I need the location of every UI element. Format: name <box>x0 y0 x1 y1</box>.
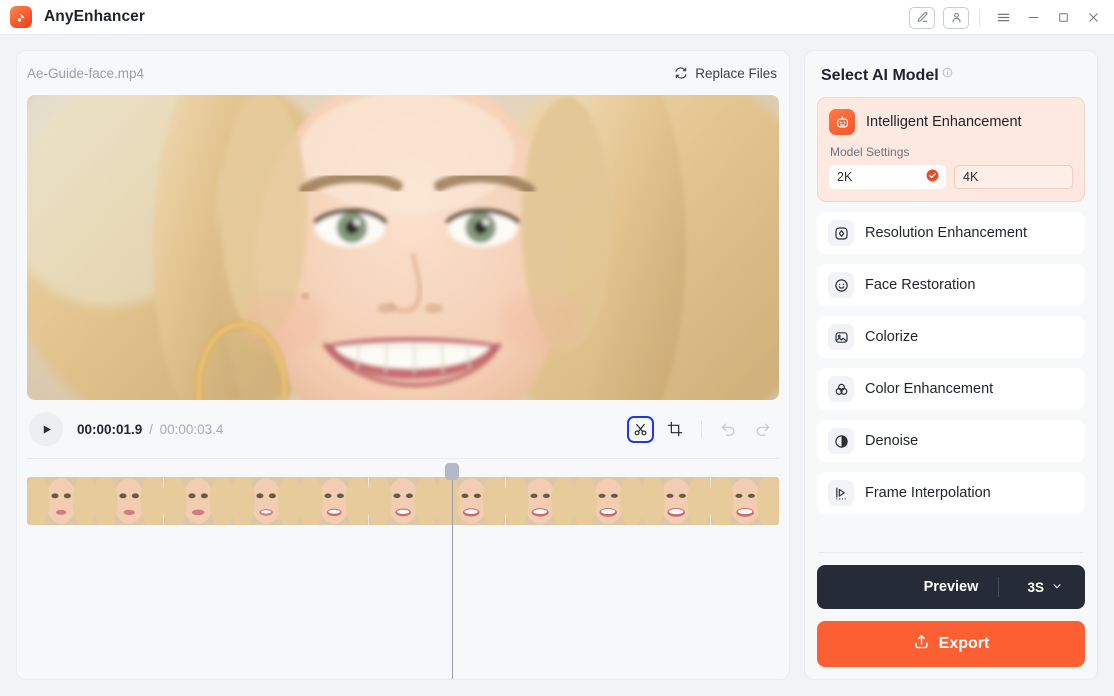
hamburger-menu-icon[interactable] <box>988 3 1018 33</box>
sidebar-item-frame-interpolation[interactable]: Frame Interpolation <box>817 472 1085 514</box>
file-name: Ae-Guide-face.mp4 <box>27 65 145 81</box>
redo-icon[interactable] <box>749 416 775 442</box>
export-label: Export <box>938 635 990 652</box>
total-time: 00:00:03.4 <box>159 421 224 437</box>
close-icon[interactable] <box>1078 3 1108 33</box>
playhead-handle[interactable] <box>445 463 460 480</box>
sidebar-item-intelligent-enhancement[interactable]: Intelligent Enhancement Model Settings 2… <box>817 97 1085 202</box>
list-item[interactable] <box>368 477 438 525</box>
resolution-option-2k-label: 2K <box>837 170 853 184</box>
preview-duration-label: 3S <box>1027 579 1044 595</box>
preview-duration-dropdown[interactable]: 3S <box>1027 580 1063 595</box>
active-model-header: Intelligent Enhancement <box>829 109 1073 135</box>
video-preview[interactable] <box>27 95 779 400</box>
info-circle-icon[interactable] <box>942 65 953 83</box>
current-time: 00:00:01.9 <box>77 421 143 437</box>
preview-label: Preview <box>923 579 979 595</box>
resolution-option-4k-label: 4K <box>963 170 979 184</box>
list-item[interactable] <box>437 477 506 525</box>
replace-files-label: Replace Files <box>695 65 777 81</box>
sidebar-item-colorize[interactable]: Colorize <box>817 316 1085 358</box>
robot-icon <box>829 109 855 135</box>
export-button[interactable]: Export <box>817 621 1085 667</box>
undo-icon[interactable] <box>715 416 741 442</box>
sidebar-item-denoise[interactable]: Denoise <box>817 420 1085 462</box>
sidebar-item-label: Frame Interpolation <box>865 485 991 501</box>
crop-icon[interactable] <box>662 416 688 442</box>
anyenhancer-logo-icon <box>10 6 32 28</box>
editor-panel: Ae-Guide-face.mp4 Replace Files 00:00:01… <box>16 50 790 680</box>
timeline[interactable] <box>27 458 779 679</box>
sidebar-divider <box>819 552 1083 553</box>
list-item[interactable] <box>642 477 711 525</box>
list-item[interactable] <box>163 477 233 525</box>
sidebar-item-label: Color Enhancement <box>865 381 994 397</box>
file-header: Ae-Guide-face.mp4 Replace Files <box>17 51 789 95</box>
frame-play-icon <box>828 480 854 506</box>
replace-files-button[interactable]: Replace Files <box>674 66 777 81</box>
tools-divider <box>701 420 702 438</box>
sidebar-item-label: Resolution Enhancement <box>865 225 1028 241</box>
title-bar: AnyEnhancer <box>0 0 1114 35</box>
resolution-option-4k[interactable]: 4K <box>954 165 1073 189</box>
sidebar-item-resolution-enhancement[interactable]: Resolution Enhancement <box>817 212 1085 254</box>
minimize-icon[interactable] <box>1018 3 1048 33</box>
maximize-icon[interactable] <box>1048 3 1078 33</box>
resolution-option-2k[interactable]: 2K <box>829 165 946 189</box>
active-model-label: Intelligent Enhancement <box>866 114 1022 130</box>
smiley-face-icon <box>828 272 854 298</box>
window-controls <box>909 0 1108 35</box>
resolution-icon <box>828 220 854 246</box>
workspace: Ae-Guide-face.mp4 Replace Files 00:00:01… <box>0 36 1114 696</box>
denoise-contrast-icon <box>828 428 854 454</box>
sidebar-item-label: Denoise <box>865 433 919 449</box>
model-settings-label: Model Settings <box>830 145 910 159</box>
app-title: AnyEnhancer <box>44 8 146 25</box>
video-frame <box>27 95 779 400</box>
list-item[interactable] <box>505 477 574 525</box>
list-item[interactable] <box>95 477 164 525</box>
preview-button[interactable]: Preview 3S <box>817 565 1085 609</box>
list-item[interactable] <box>573 477 643 525</box>
play-icon[interactable] <box>29 412 63 446</box>
resolution-options: 2K 4K <box>829 165 1073 189</box>
scissors-icon[interactable] <box>627 415 654 443</box>
sidebar-item-face-restoration[interactable]: Face Restoration <box>817 264 1085 306</box>
user-account-icon[interactable] <box>943 6 969 29</box>
upload-export-icon <box>913 633 930 655</box>
color-circles-icon <box>828 376 854 402</box>
sidebar-header: Select AI Model <box>817 65 1085 97</box>
time-separator: / <box>149 421 153 437</box>
filmstrip[interactable] <box>27 477 779 525</box>
refresh-sync-icon <box>674 66 688 80</box>
list-item[interactable] <box>300 477 369 525</box>
check-circle-icon <box>926 169 939 185</box>
list-item[interactable] <box>710 477 779 525</box>
sidebar-item-label: Colorize <box>865 329 919 345</box>
window-controls-divider <box>979 8 980 27</box>
pen-edit-icon[interactable] <box>909 6 935 29</box>
list-item[interactable] <box>27 477 96 525</box>
page-title: Select AI Model <box>821 67 939 84</box>
time-readout: 00:00:01.9 / 00:00:03.4 <box>77 422 223 437</box>
ai-model-sidebar: Select AI Model Intelligent Enhancement <box>804 50 1098 680</box>
sidebar-item-label: Face Restoration <box>865 277 976 293</box>
preview-divider <box>998 577 999 597</box>
player-tools <box>627 415 775 443</box>
player-controls: 00:00:01.9 / 00:00:03.4 <box>17 400 789 458</box>
colorize-picture-icon <box>828 324 854 350</box>
sidebar-item-color-enhancement[interactable]: Color Enhancement <box>817 368 1085 410</box>
list-item[interactable] <box>232 477 301 525</box>
chevron-down-icon <box>1051 580 1063 595</box>
timeline-playhead[interactable] <box>445 463 460 679</box>
